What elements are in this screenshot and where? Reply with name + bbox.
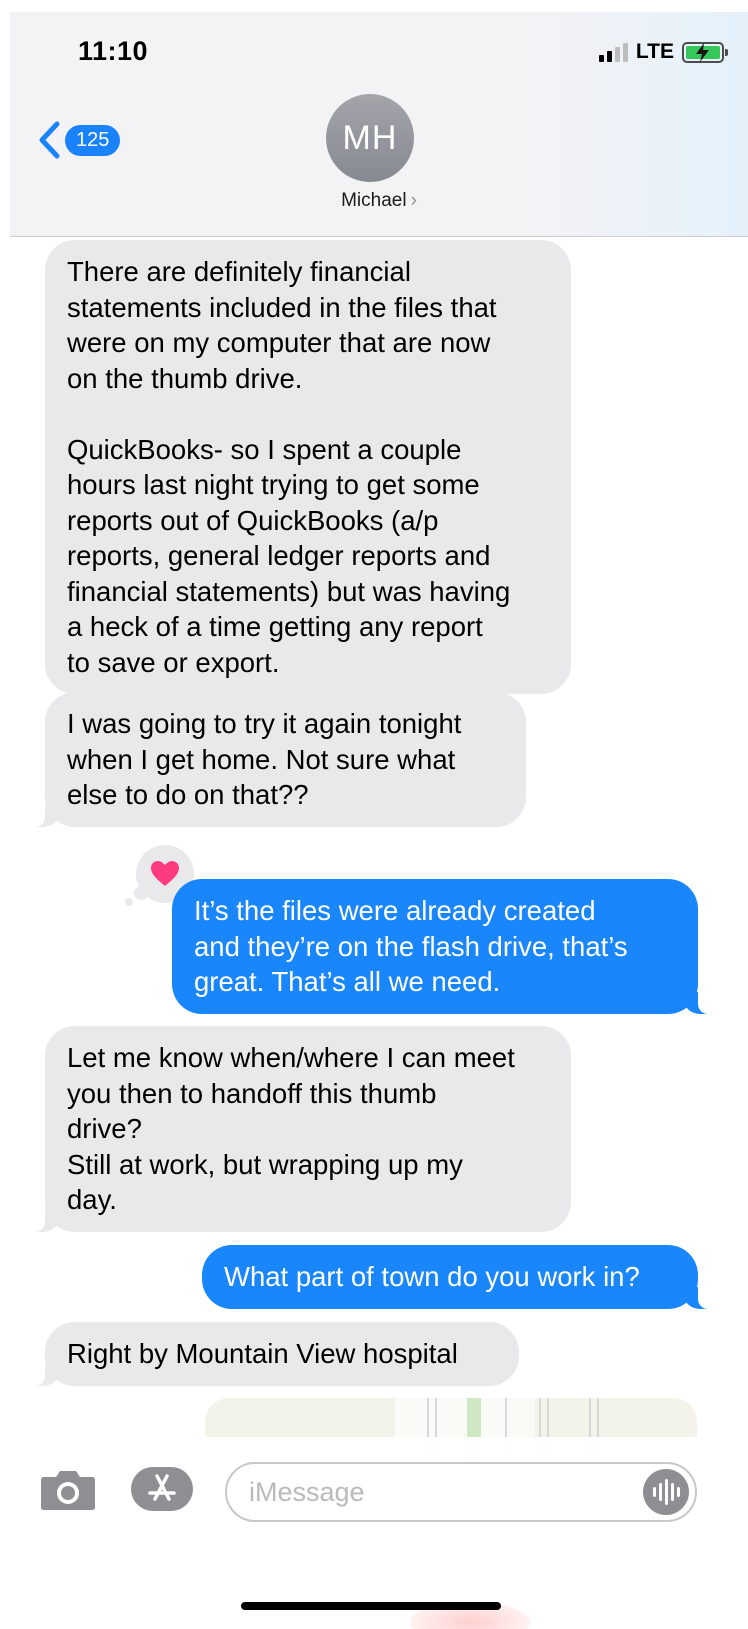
- outgoing-message[interactable]: What part of town do you work in?: [202, 1245, 724, 1309]
- status-indicators: LTE: [598, 40, 728, 64]
- signal-icon: [598, 42, 628, 62]
- message-line: great. That’s all we need.: [194, 966, 501, 997]
- message-line: Let me know when/where I can meet: [67, 1042, 515, 1073]
- heart-icon: [151, 861, 179, 886]
- message-line: and they’re on the flash drive, that’s: [194, 930, 628, 962]
- app-store-icon: [148, 1474, 176, 1501]
- message-line: a heck of a time getting any report: [67, 611, 483, 642]
- reaction-bubble-dot: [125, 898, 133, 906]
- message-line: Right by Mountain View hospital: [67, 1338, 458, 1369]
- message-line: statements included in the files that: [67, 291, 497, 323]
- message-input[interactable]: [249, 1476, 629, 1508]
- incoming-message[interactable]: There are definitely financial statement…: [45, 240, 571, 694]
- message-line: What part of town do you work in?: [224, 1261, 640, 1292]
- message-line: It’s the files were already created: [194, 895, 596, 926]
- camera-icon: [41, 1471, 95, 1510]
- audio-waveform-icon[interactable]: [643, 1469, 689, 1515]
- contact-name: Michael: [341, 190, 407, 211]
- message-line: else to do on that??: [67, 779, 309, 810]
- unread-count-badge: 125: [65, 124, 121, 156]
- composer-bar: [10, 1437, 748, 1629]
- app-store-button[interactable]: [131, 1467, 193, 1511]
- conversation-header: 11:10 LTE 125 MH Michael ›: [10, 12, 748, 237]
- incoming-message[interactable]: Right by Mountain View hospital: [19, 1322, 519, 1386]
- message-line: drive?: [67, 1113, 142, 1144]
- message-line: Still at work, but wrapping up my: [67, 1148, 463, 1180]
- outgoing-message[interactable]: It’s the files were already created and …: [172, 879, 724, 1014]
- message-line: you then to handoff this thumb: [67, 1077, 437, 1109]
- battery-charging-icon: [682, 41, 728, 63]
- message-line: [67, 396, 549, 432]
- message-line: QuickBooks- so I spent a couple: [67, 433, 462, 465]
- incoming-message[interactable]: Let me know when/where I can meet you th…: [19, 1026, 571, 1232]
- message-line: on the thumb drive.: [67, 362, 303, 394]
- chevron-left-icon: [39, 121, 60, 159]
- message-line: reports out of QuickBooks (a/p: [67, 504, 439, 536]
- avatar[interactable]: MH: [326, 94, 414, 182]
- chevron-right-icon: ›: [410, 190, 417, 211]
- message-line: I was going to try it again tonight: [67, 708, 462, 739]
- message-line: when I get home. Not sure what: [67, 743, 456, 775]
- message-line: day.: [67, 1184, 117, 1215]
- network-type: LTE: [635, 40, 674, 63]
- camera-button[interactable]: [40, 1467, 96, 1516]
- contact-name-button[interactable]: Michael ›: [10, 190, 748, 212]
- status-time: 11:10: [78, 36, 149, 66]
- incoming-message[interactable]: I was going to try it again tonight when…: [19, 692, 526, 827]
- message-line: There are definitely financial: [67, 256, 411, 287]
- messages-screen: 11:10 LTE 125 MH Michael › There are defi…: [10, 12, 748, 1629]
- message-line: to save or export.: [67, 646, 280, 678]
- message-line: hours last night trying to get some: [67, 469, 480, 500]
- back-button[interactable]: 125: [37, 120, 121, 160]
- message-line: were on my computer that are now: [67, 327, 491, 358]
- home-indicator[interactable]: [241, 1602, 501, 1610]
- message-input-field[interactable]: [225, 1462, 697, 1522]
- message-line: reports, general ledger reports and: [67, 540, 491, 571]
- message-line: financial statements) but was having: [67, 575, 511, 607]
